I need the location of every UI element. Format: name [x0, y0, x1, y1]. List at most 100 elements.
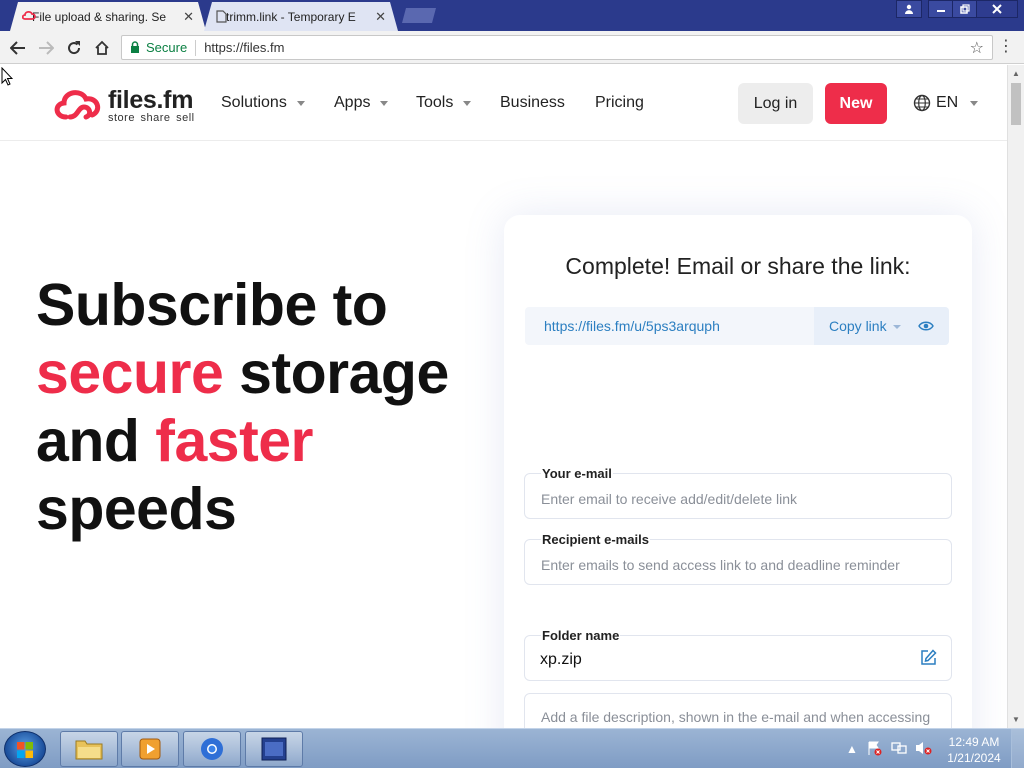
omnibox-divider — [195, 39, 197, 56]
your-email-placeholder: Enter email to receive add/edit/delete l… — [541, 491, 798, 507]
network-icon[interactable] — [891, 740, 907, 756]
folder-name-field[interactable]: Folder name xp.zip — [524, 628, 952, 681]
volume-muted-icon[interactable] — [915, 740, 933, 756]
hero-line-4: speeds — [36, 476, 237, 542]
tab-files-fm[interactable]: File upload & sharing. Se ✕ — [10, 2, 206, 31]
hero-word-faster: faster — [155, 408, 313, 474]
caret-down-icon — [296, 100, 305, 106]
hero-line-3: and faster — [36, 407, 476, 475]
files-fm-logo[interactable]: files.fm store share sell — [52, 85, 202, 125]
caret-down-icon — [970, 100, 979, 106]
share-link-box: https://files.fm/u/5ps3arquph Copy link — [525, 307, 949, 345]
logo-name: files.fm — [108, 86, 194, 114]
media-player-icon — [139, 738, 161, 760]
reload-icon[interactable] — [63, 37, 85, 59]
back-arrow-icon[interactable] — [7, 37, 29, 59]
your-email-label: Your e-mail — [541, 466, 613, 481]
application-window-icon — [261, 737, 287, 761]
language-selector[interactable]: EN — [913, 94, 979, 112]
nav-apps[interactable]: Apps — [334, 94, 389, 112]
windows-taskbar: ▲ 12:49 AM 1/21/2024 — [0, 728, 1024, 768]
file-explorer-taskbar-button[interactable] — [60, 731, 118, 767]
nav-label: Apps — [334, 94, 371, 111]
hero-headline: Subscribe to secure storage and faster s… — [36, 271, 476, 543]
document-icon — [216, 10, 227, 23]
nav-solutions[interactable]: Solutions — [221, 94, 305, 112]
scroll-down-icon[interactable]: ▼ — [1012, 715, 1020, 724]
browser-toolbar: Secure https://files.fm ☆ ⋮ — [0, 31, 1024, 64]
files-fm-favicon-icon — [22, 10, 36, 22]
new-button[interactable]: New — [825, 83, 887, 124]
mouse-cursor-icon — [1, 67, 13, 86]
forward-arrow-icon[interactable] — [35, 37, 57, 59]
clock-date: 1/21/2024 — [947, 751, 1001, 765]
action-center-flag-icon[interactable] — [866, 740, 882, 756]
file-description-placeholder: Add a file description, shown in the e-m… — [541, 709, 931, 725]
hero-word-storage: storage — [223, 340, 449, 406]
login-button[interactable]: Log in — [738, 83, 813, 124]
page-scrollbar[interactable]: ▲ ▼ — [1007, 65, 1024, 728]
address-bar[interactable]: Secure https://files.fm ☆ — [121, 35, 993, 60]
folder-name-label: Folder name — [541, 628, 621, 643]
hero-line-1: Subscribe to — [36, 272, 388, 338]
language-label: EN — [936, 94, 959, 111]
recipient-emails-field[interactable]: Recipient e-mails Enter emails to send a… — [524, 532, 952, 585]
app-taskbar-button[interactable] — [245, 731, 303, 767]
hero-word-secure: secure — [36, 340, 224, 406]
caret-down-icon — [463, 100, 472, 106]
caret-down-icon[interactable] — [893, 325, 901, 329]
recipient-emails-placeholder: Enter emails to send access link to and … — [541, 557, 900, 573]
cloud-logo-icon — [54, 90, 101, 120]
hero-line-2: secure storage — [36, 339, 476, 407]
share-card: Complete! Email or share the link: https… — [504, 215, 972, 728]
nav-label: Solutions — [221, 94, 287, 111]
nav-label: Pricing — [595, 94, 644, 111]
clock-time: 12:49 AM — [948, 735, 1000, 749]
minimize-icon[interactable] — [928, 0, 954, 18]
tab-title: File upload & sharing. Se — [32, 9, 167, 24]
user-profile-icon[interactable] — [896, 0, 922, 18]
show-desktop-button[interactable] — [1011, 729, 1024, 768]
eye-icon[interactable] — [918, 319, 934, 333]
home-icon[interactable] — [91, 37, 113, 59]
share-link[interactable]: https://files.fm/u/5ps3arquph — [544, 318, 720, 334]
recipient-emails-label: Recipient e-mails — [541, 532, 650, 547]
nav-tools[interactable]: Tools — [416, 94, 472, 112]
chrome-icon — [201, 738, 223, 760]
nav-pricing[interactable]: Pricing — [595, 94, 644, 112]
site-header: files.fm store share sell Solutions Apps… — [0, 65, 1007, 141]
scrollbar-thumb[interactable] — [1011, 83, 1021, 125]
browser-menu-icon[interactable]: ⋮ — [998, 36, 1014, 56]
windows-logo-icon — [17, 742, 33, 758]
close-tab-icon[interactable]: ✕ — [183, 9, 194, 25]
tab-trimm-link[interactable]: trimm.link - Temporary E ✕ — [204, 2, 398, 31]
hero-word-and: and — [36, 408, 156, 474]
share-card-title: Complete! Email or share the link: — [565, 253, 911, 279]
edit-pencil-icon[interactable] — [920, 649, 937, 666]
file-description-textarea[interactable]: Add a file description, shown in the e-m… — [524, 693, 952, 728]
your-email-field[interactable]: Your e-mail Enter email to receive add/e… — [524, 466, 952, 519]
browser-titlebar: File upload & sharing. Se ✕ trimm.link -… — [0, 0, 1024, 31]
scroll-up-icon[interactable]: ▲ — [1012, 69, 1020, 78]
close-tab-icon[interactable]: ✕ — [375, 9, 386, 25]
caret-down-icon — [380, 100, 389, 106]
nav-business[interactable]: Business — [500, 94, 565, 112]
globe-icon — [913, 94, 931, 112]
restore-icon[interactable] — [952, 0, 978, 18]
copy-link-button[interactable]: Copy link — [814, 307, 949, 345]
bookmark-star-icon[interactable]: ☆ — [970, 38, 984, 58]
nav-label: Tools — [416, 94, 454, 111]
tab-title: trimm.link - Temporary E — [226, 9, 356, 24]
start-button[interactable] — [4, 731, 46, 767]
folder-icon — [75, 740, 103, 760]
show-hidden-icons-icon[interactable]: ▲ — [846, 742, 858, 756]
system-clock[interactable]: 12:49 AM 1/21/2024 — [946, 734, 1002, 766]
web-page: files.fm store share sell Solutions Apps… — [0, 65, 1007, 728]
chrome-taskbar-button[interactable] — [183, 731, 241, 767]
nav-label: Business — [500, 94, 565, 111]
media-player-taskbar-button[interactable] — [121, 731, 179, 767]
url-text[interactable]: https://files.fm — [204, 40, 284, 55]
close-window-icon[interactable] — [976, 0, 1018, 18]
folder-name-value: xp.zip — [540, 651, 582, 668]
new-tab-button[interactable] — [402, 8, 436, 23]
